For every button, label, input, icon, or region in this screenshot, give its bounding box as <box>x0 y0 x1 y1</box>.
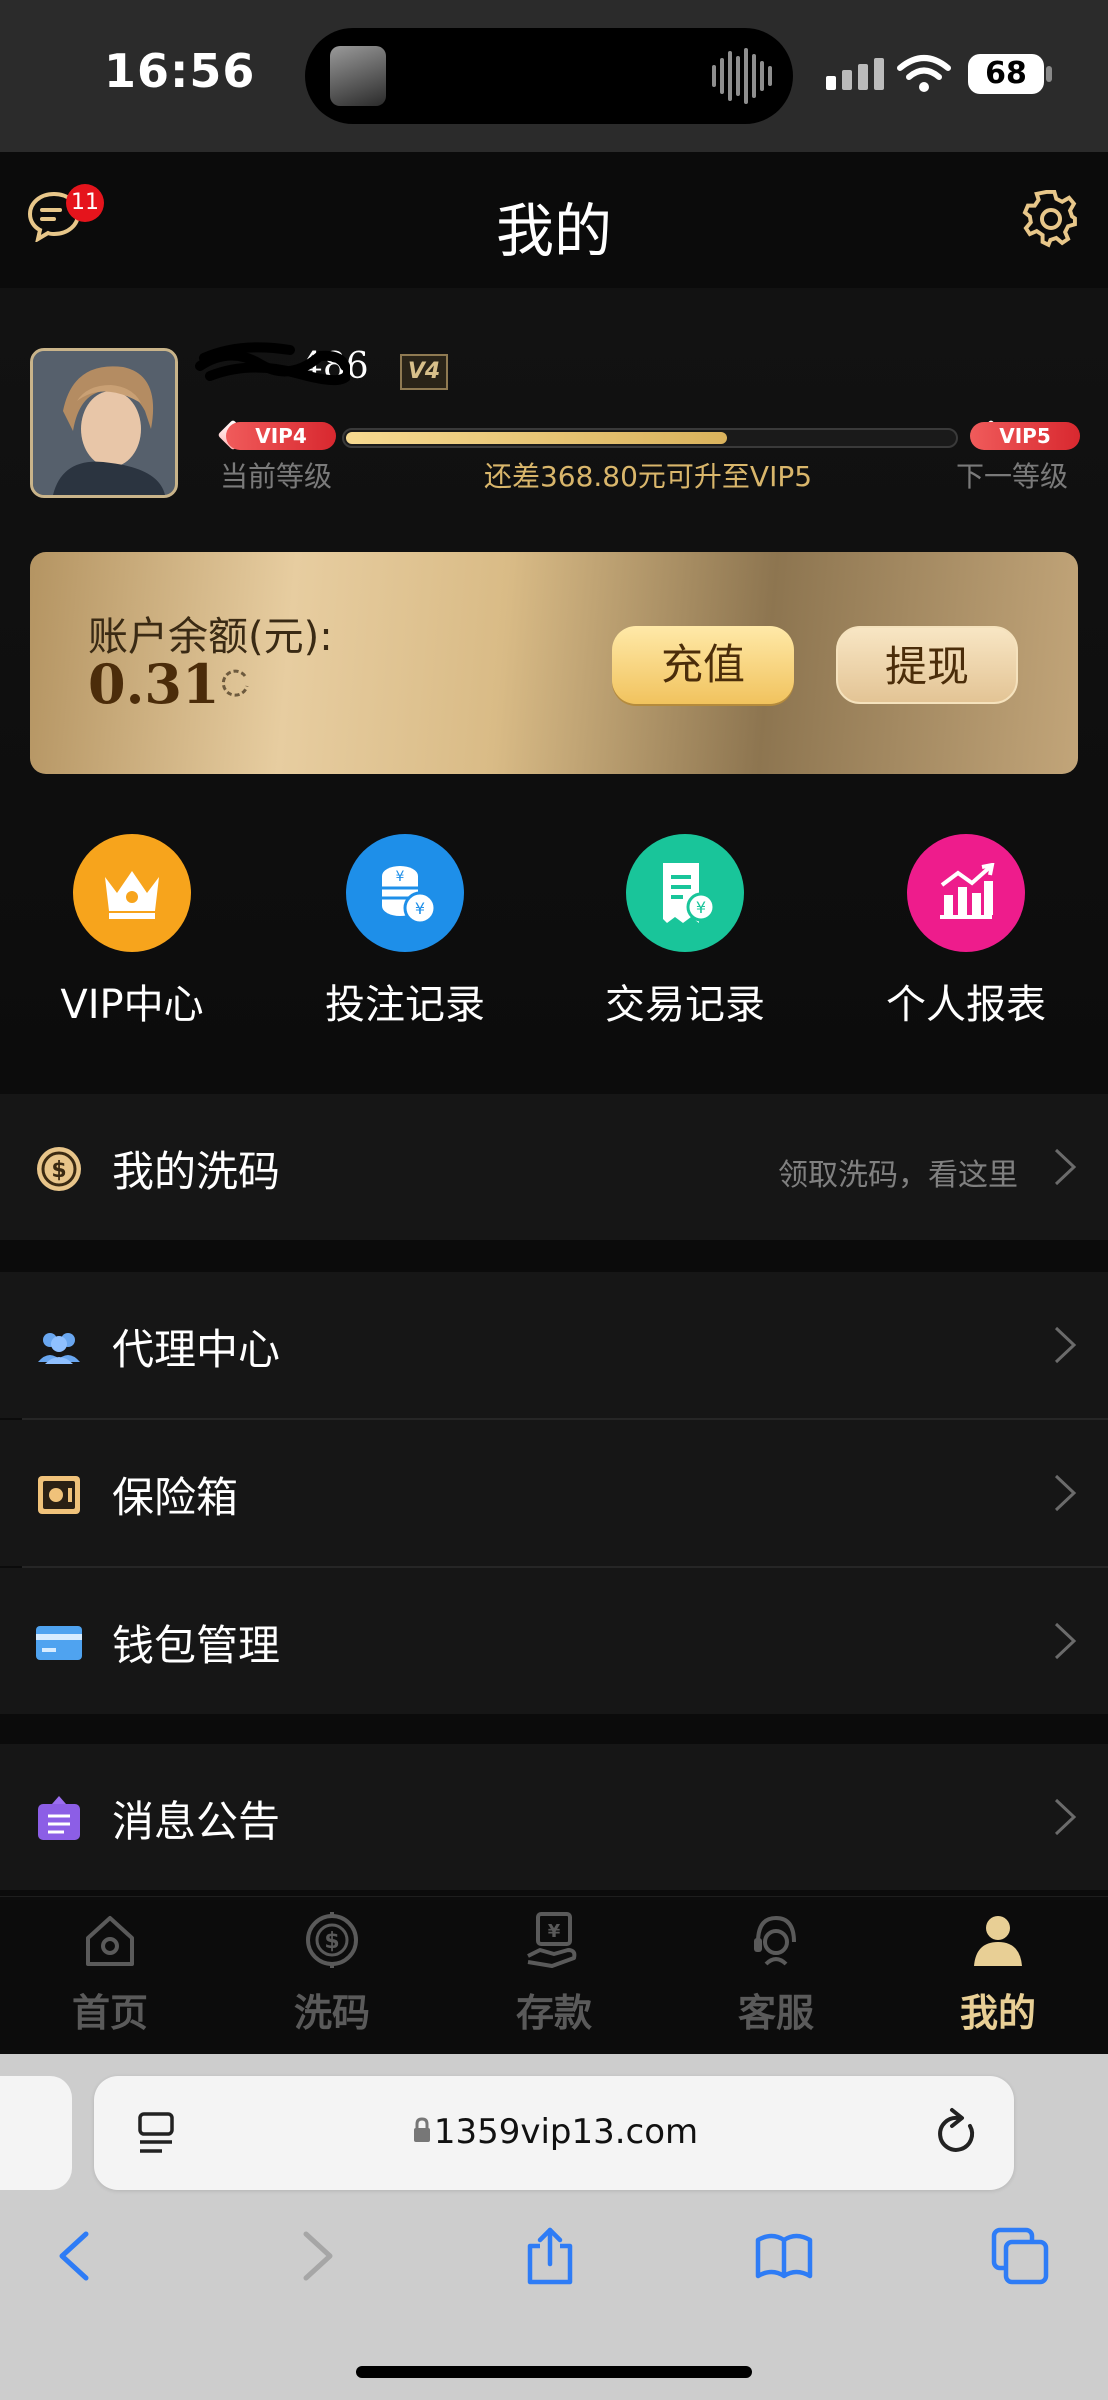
deposit-icon: ¥ <box>527 1912 577 1968</box>
battery-tip <box>1046 66 1052 82</box>
balance-value: 0.31 <box>88 652 220 716</box>
svg-text:$: $ <box>324 1929 339 1954</box>
tabs-icon[interactable] <box>990 2226 1050 2286</box>
menu-label: 我的洗码 <box>112 1147 281 1196</box>
menu-label: 保险箱 <box>112 1473 239 1522</box>
menu-row-safe-box[interactable]: 保险箱 <box>0 1420 1108 1566</box>
chevron-right-icon <box>1054 1622 1077 1660</box>
previous-tab-card[interactable] <box>0 2076 72 2190</box>
withdraw-button[interactable]: 提现 <box>836 626 1018 704</box>
agent-users-icon <box>38 1333 80 1364</box>
now-playing-artwork <box>330 46 386 106</box>
tab-label: 我的 <box>959 1991 1036 2035</box>
coins-icon: ¥ ¥ <box>346 834 464 952</box>
settings-gear-icon[interactable] <box>1022 190 1080 248</box>
chevron-right-icon <box>1054 1148 1077 1186</box>
dollar-target-icon: $ <box>306 1912 358 1968</box>
tab-home[interactable]: 首页 <box>30 1910 190 2037</box>
menu-row-notice[interactable]: 消息公告 <box>0 1744 1108 1890</box>
menu-hint: 领取洗码，看这里 <box>778 1158 1018 1193</box>
menu-row-agent-center[interactable]: 代理中心 <box>0 1272 1108 1418</box>
audio-wave-icon <box>712 46 772 106</box>
shortcut-label: 交易记录 <box>605 982 765 1028</box>
tab-label: 首页 <box>71 1991 148 2035</box>
svg-text:¥: ¥ <box>396 869 405 885</box>
svg-text:¥: ¥ <box>415 899 425 918</box>
announcement-icon <box>38 1796 80 1840</box>
chart-icon <box>907 834 1025 952</box>
menu-row-rebate[interactable]: $ 我的洗码 领取洗码，看这里 <box>0 1094 1108 1240</box>
page-title: 我的 <box>495 197 612 265</box>
support-icon <box>754 1915 796 1966</box>
user-icon <box>974 1916 1022 1966</box>
back-icon[interactable] <box>46 2226 106 2286</box>
vip-progress-fill <box>346 432 727 444</box>
chevron-right-icon <box>1054 1326 1077 1364</box>
menu-label: 消息公告 <box>112 1797 281 1846</box>
menu-label: 代理中心 <box>112 1325 281 1374</box>
shortcut-label: VIP中心 <box>60 982 204 1028</box>
user-avatar[interactable] <box>30 348 178 498</box>
bookmarks-icon[interactable] <box>754 2226 814 2286</box>
chevron-right-icon <box>1054 1474 1077 1512</box>
shortcut-personal-report[interactable]: 个人报表 <box>856 834 1076 1030</box>
receipt-icon: ¥ <box>626 834 744 952</box>
cellular-signal-icon <box>826 58 884 90</box>
menu-label: 钱包管理 <box>112 1621 281 1670</box>
tab-label: 洗码 <box>293 1991 370 2035</box>
wallet-card-icon <box>36 1626 82 1660</box>
safe-box-icon <box>38 1476 80 1514</box>
next-level-label: 下一等级 <box>956 460 1069 493</box>
wifi-icon <box>897 55 951 92</box>
shortcut-bet-records[interactable]: ¥ ¥ 投注记录 <box>295 834 515 1030</box>
vip-level-badge: V4 <box>400 354 448 390</box>
next-vip-pill: VIP5 <box>970 422 1080 450</box>
svg-text:¥: ¥ <box>696 898 706 917</box>
shortcut-label: 个人报表 <box>886 982 1046 1028</box>
dollar-coin-icon: $ <box>37 1147 81 1191</box>
home-indicator <box>356 2366 752 2378</box>
svg-text:$: $ <box>51 1158 66 1183</box>
url-text: 1359vip13.com <box>433 2112 699 2152</box>
battery-indicator: 68 <box>968 54 1044 94</box>
upgrade-requirement-text: 还差368.80元可升至VIP5 <box>483 460 813 493</box>
recharge-button[interactable]: 充值 <box>612 626 794 704</box>
shortcut-transaction-records[interactable]: ¥ 交易记录 <box>575 834 795 1030</box>
menu-row-wallet-management[interactable]: 钱包管理 <box>0 1568 1108 1714</box>
tab-label: 存款 <box>515 1991 592 2035</box>
chevron-right-icon <box>1054 1798 1077 1836</box>
tab-mine[interactable]: 我的 <box>918 1910 1078 2037</box>
svg-text:¥: ¥ <box>548 1921 561 1942</box>
refresh-balance-icon[interactable] <box>218 666 252 700</box>
crown-icon <box>73 834 191 952</box>
share-icon[interactable] <box>520 2226 580 2286</box>
home-icon <box>86 1916 134 1966</box>
tab-rebate[interactable]: $ 洗码 <box>252 1910 412 2037</box>
forward-icon[interactable] <box>286 2226 346 2286</box>
shortcut-label: 投注记录 <box>325 982 485 1028</box>
redaction-scribble <box>195 342 350 385</box>
shortcut-vip-center[interactable]: VIP中心 <box>22 834 242 1030</box>
current-vip-pill: VIP4 <box>226 422 336 450</box>
reload-icon[interactable] <box>932 2106 982 2160</box>
status-time: 16:56 <box>104 44 256 98</box>
current-level-label: 当前等级 <box>220 460 333 493</box>
tab-customer-service[interactable]: 客服 <box>696 1910 856 2037</box>
tab-label: 客服 <box>737 1991 814 2035</box>
tab-deposit[interactable]: ¥ 存款 <box>474 1910 634 2037</box>
